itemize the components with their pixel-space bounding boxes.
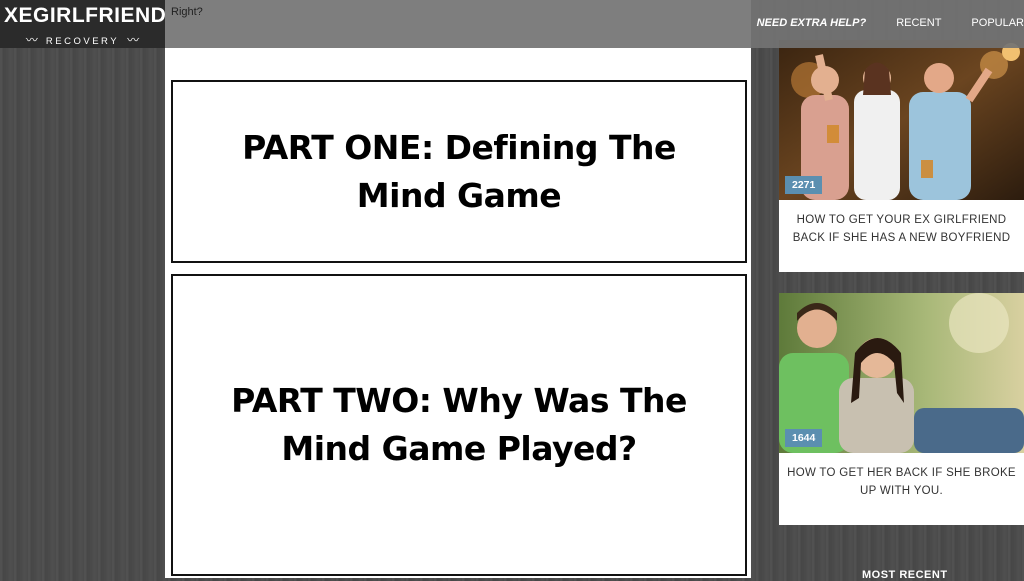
main-nav: NEED EXTRA HELP? RECENT POPULAR [757, 17, 1024, 29]
post-title[interactable]: HOW TO GET HER BACK IF SHE BROKE UP WITH… [787, 464, 1016, 500]
part-two-box: PART TWO: Why Was The Mind Game Played? [171, 274, 747, 576]
sidebar-post-card[interactable]: 1644 HOW TO GET HER BACK IF SHE BROKE UP… [779, 293, 1024, 525]
site-logo[interactable]: XEGIRLFRIEND 〰 RECOVERY 〰 [0, 0, 167, 48]
post-title[interactable]: HOW TO GET YOUR EX GIRLFRIEND BACK IF SH… [787, 211, 1016, 247]
part-one-box: PART ONE: Defining The Mind Game [171, 80, 747, 263]
nav-popular[interactable]: POPULAR [971, 17, 1024, 29]
view-count-badge: 2271 [785, 176, 823, 194]
wave-icon: 〰 [25, 33, 38, 47]
wave-icon: 〰 [127, 33, 140, 47]
view-count-badge: 1644 [785, 429, 823, 447]
nav-recent[interactable]: RECENT [896, 17, 941, 29]
part-two-heading: PART TWO: Why Was The Mind Game Played? [231, 381, 687, 468]
nav-need-extra-help[interactable]: NEED EXTRA HELP? [757, 17, 867, 29]
header-tagline: Right? [171, 6, 203, 18]
sidebar-post-card[interactable]: 2271 HOW TO GET YOUR EX GIRLFRIEND BACK … [779, 40, 1024, 272]
wood-background [0, 0, 165, 578]
logo-subtitle: 〰 RECOVERY 〰 [0, 31, 165, 48]
most-recent-heading: MOST RECENT [862, 569, 948, 581]
logo-title: XEGIRLFRIEND [4, 4, 167, 27]
logo-subtitle-text: RECOVERY [45, 36, 120, 47]
part-one-heading: PART ONE: Defining The Mind Game [242, 127, 676, 215]
